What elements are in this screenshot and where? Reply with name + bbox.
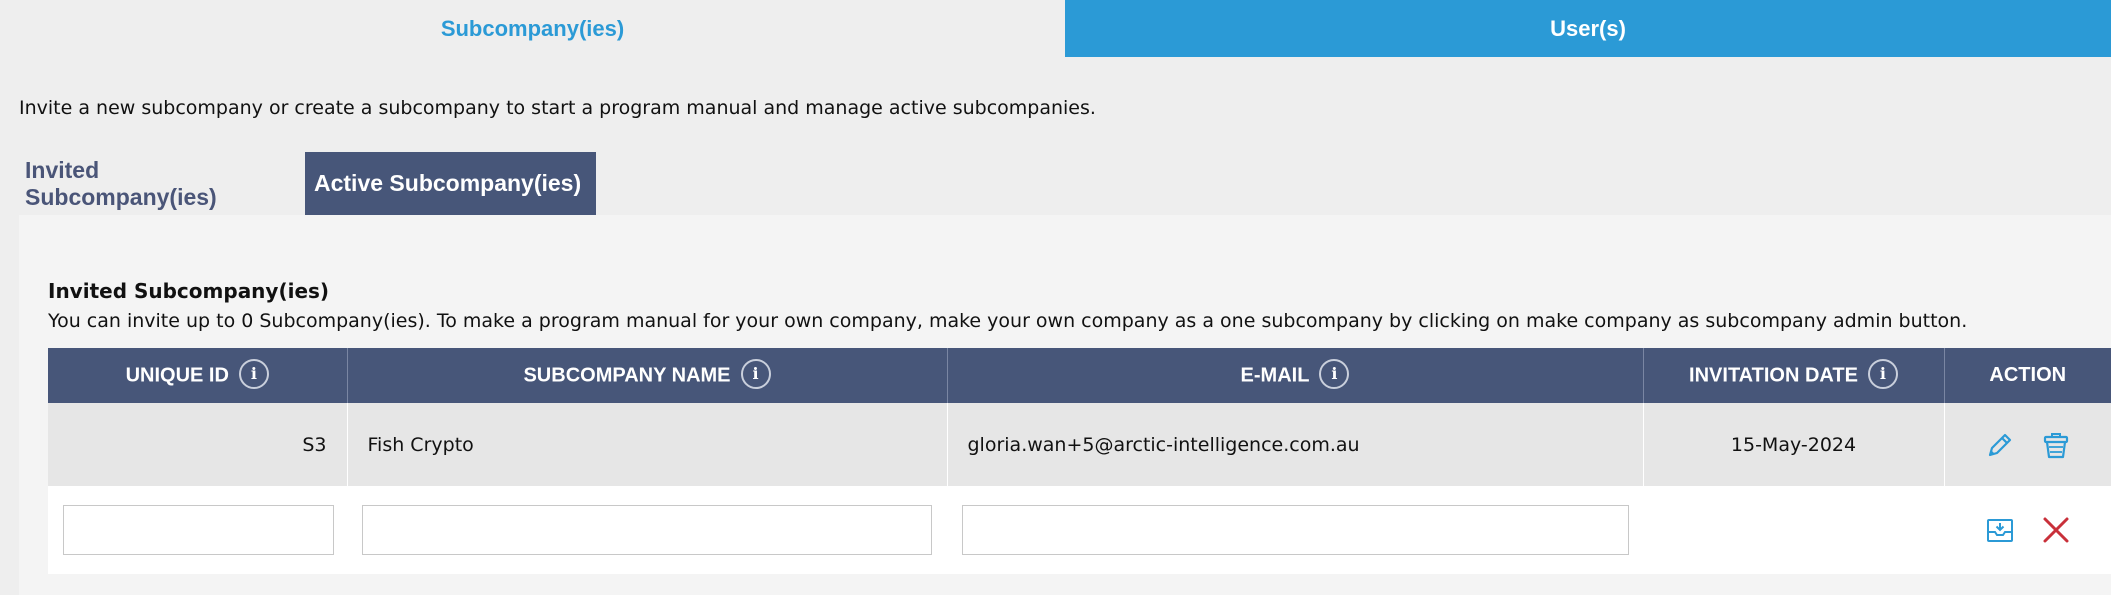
cell-actions xyxy=(1944,403,2111,486)
info-icon[interactable]: i xyxy=(1867,358,1898,389)
info-icon[interactable]: i xyxy=(238,358,269,389)
cell-subcompany-name: Fish Crypto xyxy=(347,403,948,486)
email-input[interactable] xyxy=(962,505,1629,555)
column-header-subcompany-name: SUBCOMPANY NAME i xyxy=(347,348,948,403)
invited-table: UNIQUE ID i SUBCOMPANY NAME i E-MAIL i INVI… xyxy=(48,348,2111,574)
close-icon[interactable] xyxy=(2041,515,2071,545)
column-header-unique-id: UNIQUE ID i xyxy=(48,348,348,403)
cell-new-date xyxy=(1643,486,1944,574)
column-header-action: ACTION xyxy=(1944,348,2111,403)
column-header-email: E-MAIL i xyxy=(947,348,1644,403)
cell-new-unique-id xyxy=(48,486,347,574)
tab-users[interactable]: User(s) xyxy=(1065,0,2111,57)
info-icon[interactable]: i xyxy=(1319,358,1350,389)
new-entry-row xyxy=(48,486,2111,574)
column-header-label: ACTION xyxy=(1989,364,2067,386)
intro-text: Invite a new subcompany or create a subc… xyxy=(19,97,1096,119)
table-row: S3 Fish Crypto gloria.wan+5@arctic-intel… xyxy=(48,403,2111,486)
save-inbox-icon[interactable] xyxy=(1985,515,2015,545)
pencil-icon[interactable] xyxy=(1985,430,2015,460)
cell-new-email xyxy=(947,486,1643,574)
cell-email: gloria.wan+5@arctic-intelligence.com.au xyxy=(947,403,1644,486)
sub-tab-bar: Invited Subcompany(ies) Active Subcompan… xyxy=(19,152,596,215)
invited-panel: Invited Subcompany(ies) You can invite u… xyxy=(19,215,2111,595)
trash-icon[interactable] xyxy=(2041,430,2071,460)
cell-new-actions xyxy=(1944,486,2111,574)
section-description: You can invite up to 0 Subcompany(ies). … xyxy=(48,310,1968,332)
cell-invitation-date: 15-May-2024 xyxy=(1643,403,1945,486)
cell-unique-id: S3 xyxy=(48,403,348,486)
unique-id-input[interactable] xyxy=(63,505,334,555)
cell-new-subcompany-name xyxy=(347,486,947,574)
info-icon[interactable]: i xyxy=(740,358,771,389)
column-header-invitation-date: INVITATION DATE i xyxy=(1643,348,1945,403)
column-header-label: E-MAIL xyxy=(1240,363,1310,386)
tab-active-subcompanies[interactable]: Active Subcompany(ies) xyxy=(305,152,596,215)
top-tab-bar: Subcompany(ies) User(s) xyxy=(0,0,2111,57)
subcompany-name-input[interactable] xyxy=(362,505,932,555)
column-header-label: SUBCOMPANY NAME xyxy=(523,363,731,386)
column-header-label: UNIQUE ID xyxy=(125,363,229,386)
column-header-label: INVITATION DATE xyxy=(1689,363,1858,386)
table-header-row: UNIQUE ID i SUBCOMPANY NAME i E-MAIL i INVI… xyxy=(48,348,2111,403)
section-title: Invited Subcompany(ies) xyxy=(48,279,330,303)
tab-subcompanies[interactable]: Subcompany(ies) xyxy=(0,0,1065,57)
tab-invited-subcompanies[interactable]: Invited Subcompany(ies) xyxy=(19,152,305,215)
